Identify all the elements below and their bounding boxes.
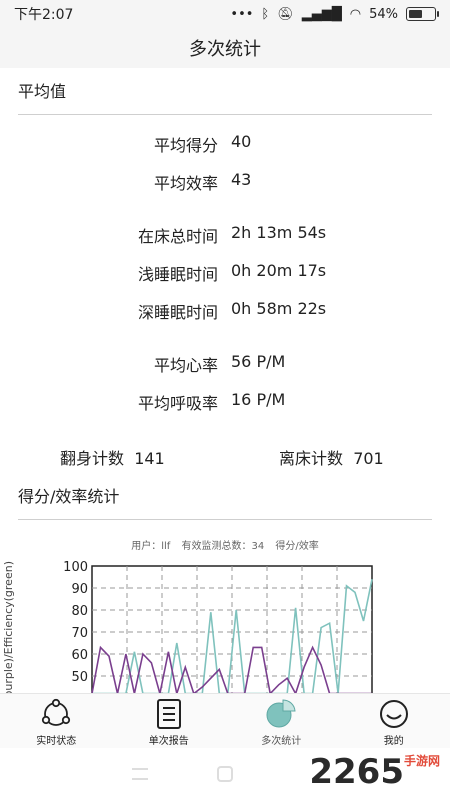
avg-score-value: 40 [231,132,252,151]
wifi-icon: ◠ [349,6,362,22]
status-icons: ••• ᛒ 🔕︎ ▂▄▆█ ◠ 54% [230,6,439,22]
turn-count: 翻身计数 141 [60,445,165,469]
heart-rate-row: 平均心率 56 P/M [0,352,450,376]
turn-count-label: 翻身计数 [60,449,125,468]
y-tick-label: 80 [71,604,88,619]
y-tick-label: 60 [71,648,88,663]
y-tick-label: 50 [71,670,88,685]
deep-sleep-value: 0h 58m 22s [231,299,327,318]
signal-icon: ▂▄▆█ [301,6,342,22]
chart-caption-kind: 得分/效率 [275,541,319,552]
status-bar: 下午2:07 ••• ᛒ 🔕︎ ▂▄▆█ ◠ 54% [0,0,450,28]
bluetooth-icon: ᛒ [261,6,270,22]
battery-fill [409,10,422,18]
breath-rate-value: 16 P/M [231,390,286,409]
nav-mine[interactable]: 我的 [338,694,450,748]
mute-icon: 🔕︎ [277,6,294,22]
avg-efficiency-row: 平均效率 43 [0,170,450,194]
avg-efficiency-label: 平均效率 [153,174,218,193]
watermark-main: 2265 [309,752,404,792]
turn-count-value: 141 [134,449,165,468]
battery-percent: 54% [369,6,398,22]
pie-chart-icon [266,699,296,728]
breath-rate-label: 平均呼吸率 [137,394,218,413]
deep-sleep-label: 深睡眠时间 [137,303,218,322]
deep-sleep-row: 深睡眠时间 0h 58m 22s [0,299,450,323]
nav-mine-label: 我的 [383,736,404,747]
light-sleep-label: 浅睡眠时间 [137,265,218,284]
score-section-title: 得分/效率统计 [18,487,120,506]
nav-multi[interactable]: 多次统计 [225,694,338,748]
bed-time-label: 在床总时间 [137,227,218,246]
chart-ylabel: Score(purple)/Efficiency(green) [2,561,15,693]
report-icon [156,699,181,729]
chart-caption: 用户：llf 有效监测总数：34 得分/效率 [0,537,450,552]
page-title-bar: 多次统计 [0,28,450,68]
nav-single[interactable]: 单次报告 [113,694,226,748]
chart-caption-user: 用户：llf [131,541,171,552]
y-tick-label: 100 [63,560,88,575]
watermark: 2265手游网 [309,752,440,792]
watermark-sub: 手游网 [403,754,440,768]
avg-efficiency-value: 43 [231,170,252,189]
leave-count: 离床计数 701 [279,445,384,469]
chart-ylabel-wrap: Score(purple)/Efficiency(green) [2,560,18,693]
y-tick-label: 90 [71,582,88,597]
light-sleep-row: 浅睡眠时间 0h 20m 17s [0,261,450,285]
battery-icon [406,7,439,21]
bottom-nav: 实时状态 单次报告 多次统计 我的 [0,693,450,748]
menu-icon[interactable] [132,768,148,780]
page-title: 多次统计 [189,39,261,60]
y-tick-label: 70 [71,626,88,641]
bed-time-value: 2h 13m 54s [231,223,327,242]
divider [18,114,432,115]
share-cycle-icon [42,698,71,726]
chart-caption-total: 有效监测总数：34 [181,541,265,552]
nav-single-label: 单次报告 [148,736,189,747]
chart-container: 100 90 80 70 60 50 [0,556,450,693]
heart-rate-value: 56 P/M [231,352,286,371]
avg-score-row: 平均得分 40 [0,132,450,156]
home-icon[interactable] [217,766,233,782]
average-section-title: 平均值 [18,82,67,101]
smiley-icon [379,700,408,728]
avg-score-label: 平均得分 [153,136,218,155]
score-efficiency-chart: 100 90 80 70 60 50 [63,560,373,693]
divider [18,519,432,520]
bed-time-row: 在床总时间 2h 13m 54s [0,223,450,247]
nav-realtime-label: 实时状态 [36,736,77,747]
more-dots-icon: ••• [230,6,254,22]
breath-rate-row: 平均呼吸率 16 P/M [0,390,450,414]
leave-count-label: 离床计数 [279,449,344,468]
leave-count-value: 701 [353,449,384,468]
heart-rate-label: 平均心率 [153,356,218,375]
light-sleep-value: 0h 20m 17s [231,261,327,280]
nav-multi-label: 多次统计 [261,736,302,747]
status-time: 下午2:07 [14,7,74,23]
nav-realtime[interactable]: 实时状态 [0,694,113,748]
